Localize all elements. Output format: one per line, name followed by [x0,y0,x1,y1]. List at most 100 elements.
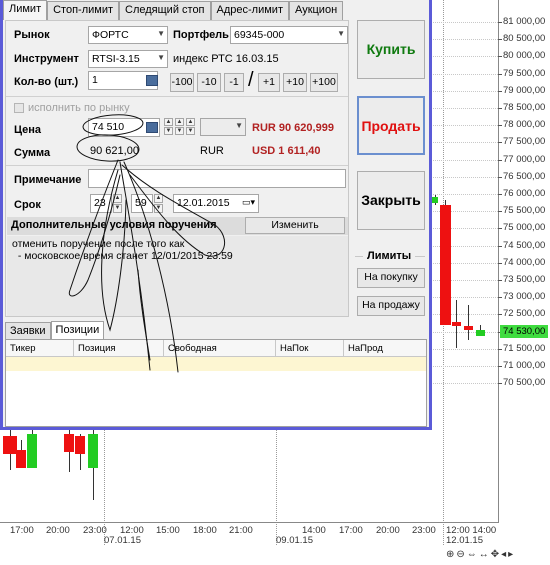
term-date-value: 12.01.2015 [177,197,230,209]
column-header-free[interactable]: Свободная [164,340,276,357]
column-header-position[interactable]: Позиция [74,340,164,357]
price-tick-label: 74 000,00 [503,256,546,268]
price-tick-mark [498,297,502,299]
price-tick-label: 77 500,00 [503,136,546,148]
market-checkbox-label: исполнить по рынку [28,102,130,114]
price-tick-mark [498,348,502,350]
instrument-value: RTSI-3.15 [92,53,140,65]
price-tick-label: 75 500,00 [503,205,546,217]
price-axis [498,0,499,522]
price-tick-mark [498,90,502,92]
tab-address-limit[interactable]: Адрес-лимит [210,1,289,20]
price-spin-down-icon[interactable]: ▼ [175,127,184,135]
price-tick-label: 73 000,00 [503,291,546,303]
price-tick-mark [498,228,502,230]
calculator-icon[interactable] [146,75,158,86]
price-tick-label: 71 000,00 [503,360,546,371]
hour-spin-up-icon[interactable]: ▲ [113,194,122,203]
price-tick-label: 81 000,00 [503,16,546,27]
quantity-label: Кол-во (шт.) [14,76,79,88]
chevron-down-icon: ▼ [235,121,243,130]
sum-label: Сумма [14,147,51,159]
tab-limit[interactable]: Лимит [3,0,48,20]
price-tick-label: 78 500,00 [503,102,546,113]
price-tick-mark [498,39,502,41]
minute-spin-up-icon[interactable]: ▲ [154,194,163,203]
table-row[interactable] [6,357,426,371]
instrument-select[interactable]: RTSI-3.15 ▼ [88,50,168,68]
qty-minus-1-button[interactable]: -1 [224,73,244,92]
sum-value: 90 621,00 [90,145,139,157]
conditions-line-2: - московское время станет 12/01/2015 23:… [12,250,233,262]
term-date-picker[interactable]: 12.01.2015 ▭▾ [173,194,259,213]
price-label: Цена [14,124,42,136]
instrument-description: индекс РТС 16.03.15 [173,53,279,65]
order-form: Рынок ФОРТС ▼ Портфель 69345-000 ▼ Инструм… [5,20,349,317]
candle-body [476,330,485,336]
term-hour-input[interactable]: 23 [90,194,112,213]
date-tick-label: 07.01.15 [104,535,141,546]
calendar-dropdown-icon: ▭▾ [241,197,255,207]
qty-plus-10-button[interactable]: +10 [283,73,307,92]
bottom-tabs: Заявки Позиции [5,321,105,339]
price-type-select[interactable]: ▼ [200,118,246,136]
price-spin-down-icon[interactable]: ▼ [164,127,173,135]
limit-sell-button[interactable]: На продажу [357,296,425,316]
close-position-button[interactable]: Закрыть [357,171,425,230]
market-checkbox[interactable] [14,103,24,113]
tab-trailing-stop[interactable]: Следящий стоп [119,1,211,20]
column-header-ticker[interactable]: Тикер [6,340,74,357]
price-tick-label: 74 500,00 [503,239,546,251]
divider [6,165,348,166]
price-spin-up-icon[interactable]: ▲ [186,118,195,126]
market-select[interactable]: ФОРТС ▼ [88,26,168,44]
price-tick-label: 80 500,00 [503,33,546,45]
sell-button[interactable]: Продать [357,96,425,155]
qty-minus-100-button[interactable]: -100 [170,73,194,92]
column-header-to-buy[interactable]: НаПок [276,340,344,357]
time-tick-label: 21:00 [229,525,253,536]
candle-body [64,434,74,452]
price-tick-mark [498,383,502,385]
hour-spin-down-icon[interactable]: ▼ [113,204,122,213]
conditions-text: отменить поручение после того как - моск… [7,236,348,316]
change-conditions-button[interactable]: Изменить [245,217,345,234]
tab-auction[interactable]: Аукцион [288,1,344,20]
order-dialog: Лимит Стоп-лимит Следящий стоп Адрес-лим… [0,0,432,430]
minute-spin-down-icon[interactable]: ▼ [154,204,163,213]
qty-minus-10-button[interactable]: -10 [197,73,221,92]
price-spin-up-icon[interactable]: ▲ [175,118,184,126]
column-header-to-sell[interactable]: НаПрод [344,340,426,357]
term-minute-input[interactable]: 59 [131,194,153,213]
note-input[interactable] [88,169,346,188]
portfolio-select[interactable]: 69345-000 ▼ [230,26,348,44]
buy-button[interactable]: Купить [357,20,425,79]
candle-wick [468,305,469,340]
price-spin-up-icon[interactable]: ▲ [164,118,173,126]
portfolio-value: 69345-000 [234,29,285,41]
instrument-label: Инструмент [14,53,79,65]
tab-positions[interactable]: Позиции [50,321,105,339]
limit-buy-button[interactable]: На покупку [357,268,425,288]
time-tick-label: 15:00 [156,525,180,536]
price-tick-label: 75 000,00 [503,222,546,234]
tab-stop-limit[interactable]: Стоп-лимит [47,1,120,20]
price-tick-mark [498,176,502,178]
candle-body [27,434,37,468]
tab-orders[interactable]: Заявки [5,322,51,339]
price-tick-mark [498,211,502,213]
price-tick-mark [498,159,502,161]
date-tick-label: 09.01.15 [276,535,313,546]
price-spin-down-icon[interactable]: ▼ [186,127,195,135]
chart-nav-icons[interactable]: ⊕⊖⇔↔✥◂▸ [446,549,515,560]
qty-plus-100-button[interactable]: +100 [310,73,338,92]
price-tick-mark [498,366,502,367]
price-tick-mark [498,142,502,144]
price-tick-label: 73 500,00 [503,274,546,285]
calculator-icon[interactable] [146,122,158,133]
candle-body [3,436,17,454]
time-tick-label: 18:00 [193,525,217,536]
price-tick-mark [498,22,502,23]
time-tick-label: 17:00 [10,525,34,536]
qty-plus-1-button[interactable]: +1 [258,73,280,92]
